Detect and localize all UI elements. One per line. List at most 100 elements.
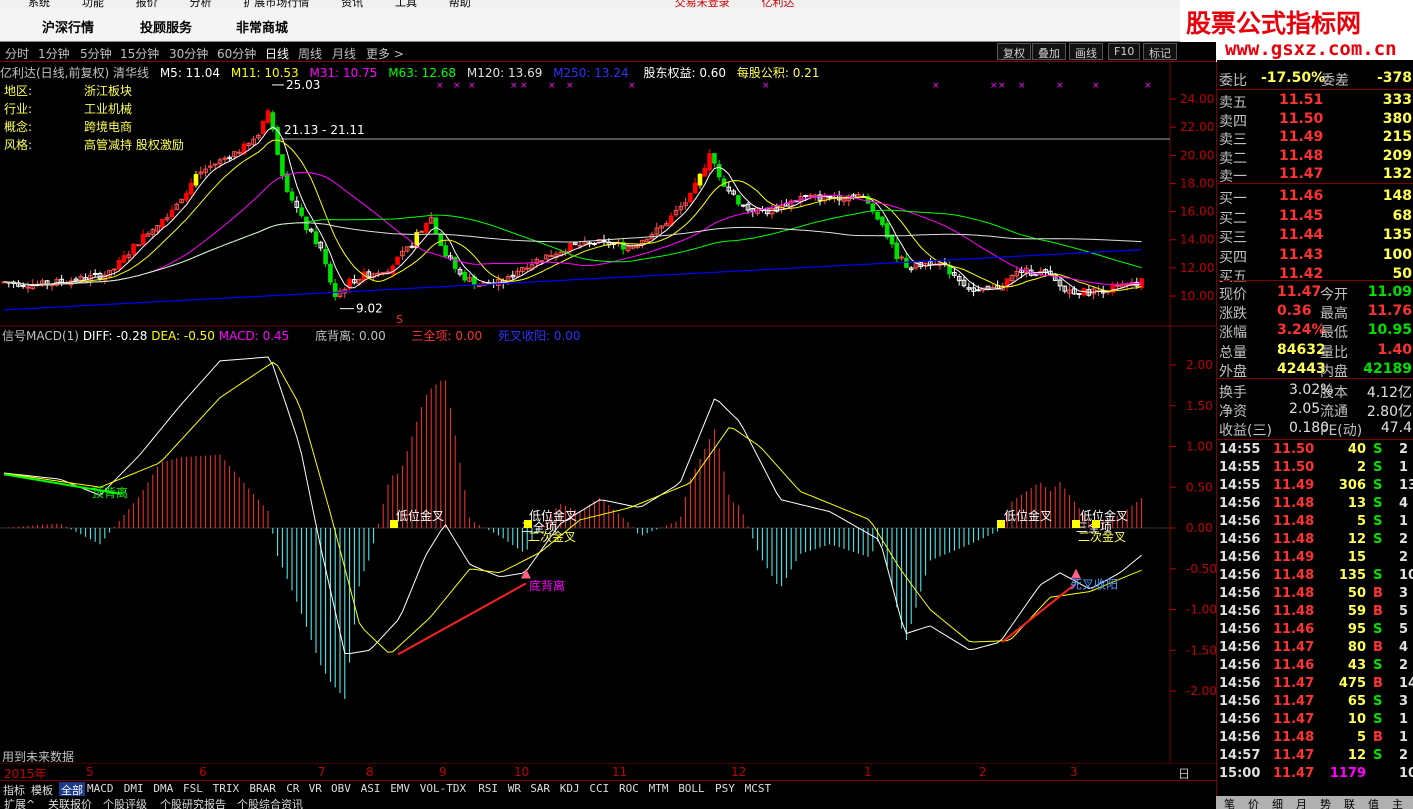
adjust-button[interactable]: 复权 (997, 43, 1031, 60)
draw-line-button[interactable]: 画线 (1069, 43, 1103, 60)
period-15min[interactable]: 15分钟 (120, 45, 159, 62)
ma5-value: M5: 11.04 (159, 66, 221, 80)
bottom-tab-expand[interactable]: 扩展^ (4, 796, 35, 809)
quote-side-tab[interactable]: 价 (1248, 796, 1259, 809)
tick-vol: 59 (1347, 604, 1366, 619)
menu-function[interactable]: 功能 (82, 0, 104, 8)
price-axis-label: 14.00 (1180, 233, 1214, 247)
kline-chart[interactable]: 25.0321.13 - 21.119.02S× × × × × × × × × × × × × × × × … (0, 62, 1216, 764)
tick-side: S (1373, 496, 1383, 511)
quote-side-tab[interactable]: 笔 (1224, 796, 1235, 809)
tick-price: 11.47 (1273, 766, 1315, 781)
stat-label: 现价 (1219, 287, 1247, 303)
mark-button[interactable]: 标记 (1143, 43, 1177, 60)
signal-mark: × (453, 81, 461, 91)
stat2-value: 4.12亿 (1366, 385, 1412, 401)
indicator-tab[interactable]: CCI (589, 782, 609, 795)
tick-price: 11.50 (1273, 442, 1315, 457)
indicator-tab[interactable]: MCST (745, 782, 772, 795)
indicator-tab[interactable]: KDJ (560, 782, 580, 795)
indicator-tab[interactable]: DMA (153, 782, 173, 795)
stat2-value: 47.4 (1380, 420, 1412, 437)
indicator-tab[interactable]: CR (286, 782, 299, 795)
candle-body (889, 234, 895, 245)
nav-tab-market[interactable]: 沪深行情 (42, 17, 94, 36)
candle-body (692, 182, 698, 194)
price-axis-label: 18.00 (1180, 176, 1214, 190)
indicator-tab[interactable]: DMI (124, 782, 144, 795)
menu-info[interactable]: 资讯 (341, 0, 363, 8)
indicator-tab[interactable]: BOLL (678, 782, 705, 795)
bid-price: 11.46 (1279, 188, 1324, 204)
menu-analysis[interactable]: 分析 (189, 0, 211, 8)
menu-extended-market[interactable]: 扩展市场行情 (243, 0, 309, 8)
period-weekly[interactable]: 周线 (298, 45, 322, 62)
bid-label: 买二 (1219, 210, 1247, 227)
indicator-tab[interactable]: SAR (530, 782, 550, 795)
indicator-tab[interactable]: EMV (390, 782, 410, 795)
quote-side-tab[interactable]: 联 (1344, 796, 1355, 809)
period-monthly[interactable]: 月线 (332, 45, 356, 62)
indicator-tab[interactable]: ASI (361, 782, 381, 795)
candle-body (160, 218, 165, 228)
indicator-tab[interactable]: VR (309, 782, 322, 795)
bottom-divergence-line (1001, 582, 1077, 643)
period-30min[interactable]: 30分钟 (169, 45, 208, 62)
menu-system[interactable]: 系统 (28, 0, 50, 8)
bottom-tab-news[interactable]: 个股综合资讯 (237, 796, 303, 809)
nav-tab-advisory[interactable]: 投顾服务 (140, 17, 192, 36)
candle-body (131, 243, 136, 255)
quote-side-tab[interactable]: 值 (1368, 796, 1379, 809)
indicator-tab[interactable]: RSI (478, 782, 498, 795)
candle-body (424, 222, 429, 233)
bottom-tab-research[interactable]: 个股研究报告 (160, 796, 226, 809)
bottom-tab-rating[interactable]: 个股评级 (103, 796, 147, 809)
tick-side: S (1373, 442, 1383, 457)
quote-side-tab[interactable]: 细 (1272, 796, 1283, 809)
period-intraday[interactable]: 分时 (5, 45, 29, 62)
tick-n: 3 (1399, 586, 1409, 601)
candle-body (702, 167, 708, 177)
indicator-tab[interactable]: FSL (183, 782, 203, 795)
candle-body (376, 272, 381, 275)
bid-volume: 135 (1382, 227, 1412, 243)
period-60min[interactable]: 60分钟 (217, 45, 256, 62)
indicator-tab[interactable]: BRAR (249, 782, 276, 795)
indicator-tab[interactable]: TRIX (213, 782, 240, 795)
ma250-value: M250: 13.24 (553, 66, 629, 80)
nav-tab-mall[interactable]: 非常商城 (236, 17, 288, 36)
candle-body (284, 173, 290, 192)
indicator-tab[interactable]: ROC (619, 782, 639, 795)
candle-body (184, 192, 189, 201)
quote-side-tab[interactable]: 势 (1320, 796, 1331, 809)
overlay-button[interactable]: 叠加 (1032, 43, 1066, 60)
period-daily[interactable]: 日线 (265, 45, 289, 62)
tick-n: 2 (1399, 658, 1409, 673)
menu-help[interactable]: 帮助 (449, 0, 471, 8)
ma11-value: M11: 10.53 (230, 66, 299, 80)
indicator-tab[interactable]: MACD (87, 782, 114, 795)
indicator-tab[interactable]: MTM (649, 782, 669, 795)
indicator-tab[interactable]: WR (508, 782, 521, 795)
menu-quote[interactable]: 报价 (136, 0, 158, 8)
tick-row: 14:56 11.48 59 B 5 (1217, 603, 1413, 621)
candle-body (438, 233, 444, 246)
macd-axis-label: 0.00 (1186, 521, 1213, 535)
bottom-tab-related[interactable]: 关联报价 (48, 796, 92, 809)
bid-label: 买三 (1219, 230, 1247, 246)
quote-side-tab[interactable]: 月 (1296, 796, 1307, 809)
indicator-tab[interactable]: OBV (331, 782, 351, 795)
f10-button[interactable]: F10 (1108, 43, 1141, 60)
candle-body (212, 163, 218, 166)
indicator-tab[interactable]: VOL-TDX (420, 782, 466, 795)
candle-body (947, 265, 952, 275)
menu-tools[interactable]: 工具 (395, 0, 417, 8)
tick-vol: 5 (1356, 730, 1366, 745)
quote-side-tab[interactable]: 主 (1392, 796, 1403, 809)
indicator-tab[interactable]: PSY (715, 782, 735, 795)
ma120-value: M120: 13.69 (466, 66, 543, 80)
period-1min[interactable]: 1分钟 (38, 45, 70, 62)
macd-value: MACD: 0.45 (218, 329, 290, 343)
period-more[interactable]: 更多 > (366, 45, 404, 62)
period-5min[interactable]: 5分钟 (80, 45, 112, 62)
